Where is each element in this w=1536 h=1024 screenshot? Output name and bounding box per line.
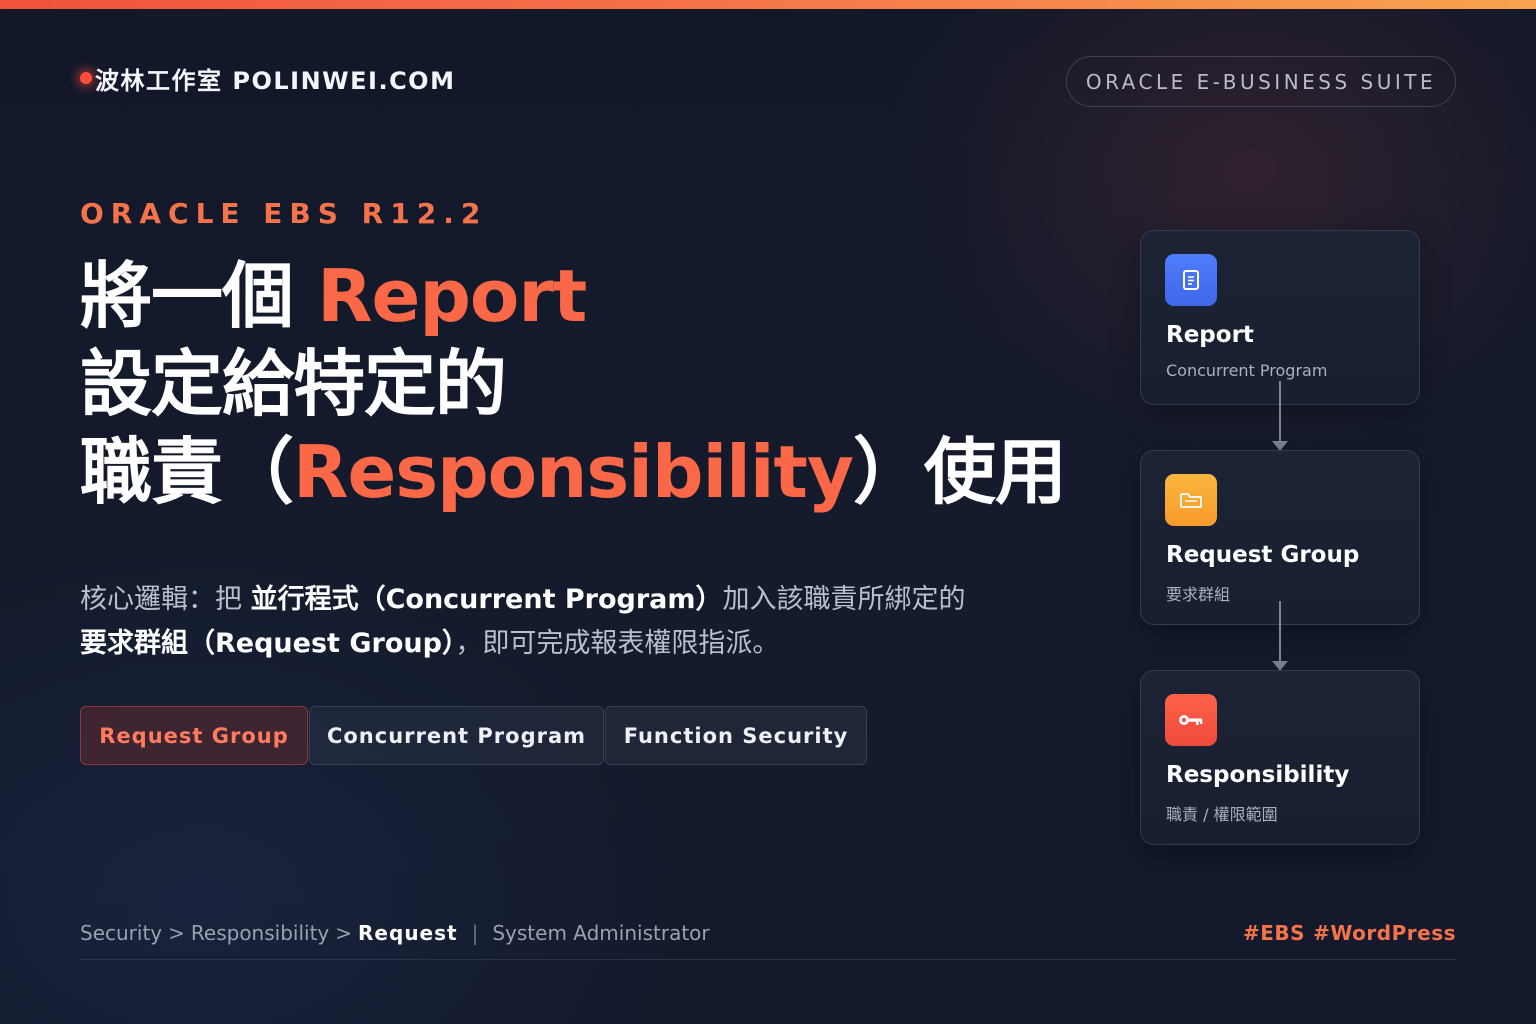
title-line3-suffix: ）使用: [852, 430, 1067, 514]
document-icon: [1165, 254, 1217, 306]
flow-card-responsibility: Responsibility 職責 / 權限範圍: [1140, 670, 1420, 845]
footer-context: System Administrator: [492, 921, 710, 945]
flow-connector: [1279, 381, 1281, 441]
breadcrumb-separator: >: [335, 921, 353, 945]
lead-strong-request-group: 要求群組（Request Group）: [80, 628, 456, 659]
footer-divider: |: [471, 921, 479, 945]
footer-divider-line: [80, 959, 1456, 960]
title-accent-responsibility: Responsibility: [293, 430, 854, 514]
flow-card-subtitle: 要求群組: [1166, 585, 1231, 604]
page-title: 將一個 Report 設定給特定的 職責（Responsibility）使用: [80, 252, 1080, 516]
flow-connector: [1279, 601, 1281, 661]
chip-concurrent-program[interactable]: Concurrent Program: [309, 706, 604, 765]
top-accent-bar: [0, 0, 1536, 9]
title-line2: 設定給特定的: [80, 342, 507, 426]
tag-wordpress[interactable]: #WordPress: [1313, 921, 1456, 945]
suite-badge: ORACLE E-BUSINESS SUITE: [1066, 56, 1456, 107]
breadcrumb-item-security[interactable]: Security: [80, 921, 162, 945]
breadcrumb-separator: >: [168, 921, 185, 945]
topic-chips: Request Group Concurrent Program Functio…: [80, 706, 867, 765]
brand-text: 波林工作室 POLINWEI.COM: [95, 66, 456, 95]
flow-card-subtitle: 職責 / 權限範圍: [1166, 805, 1278, 824]
flow-card-title: Responsibility: [1166, 762, 1350, 788]
lead-part3: ，即可完成報表權限指派。: [455, 628, 780, 659]
lead-strong-concurrent: 並行程式（Concurrent Program）: [250, 584, 723, 615]
title-line3-prefix: 職責（: [80, 430, 294, 514]
brand-dot-icon: [80, 72, 92, 84]
folder-icon: [1165, 474, 1217, 526]
flow-card-title: Request Group: [1166, 542, 1360, 568]
title-line1-prefix: 將一個: [80, 254, 318, 338]
flow-card-subtitle: Concurrent Program: [1166, 361, 1328, 380]
lead-paragraph: 核心邏輯：把 並行程式（Concurrent Program）加入該職責所綁定的…: [80, 578, 1040, 666]
eyebrow-label: ORACLE EBS R12.2: [80, 197, 488, 230]
key-icon: [1165, 694, 1217, 746]
breadcrumb-item-request[interactable]: Request: [358, 921, 458, 945]
flow-card-title: Report: [1166, 322, 1254, 348]
hashtags: #EBS #WordPress: [1243, 918, 1456, 948]
breadcrumb: Security > Responsibility > Request | Sy…: [80, 918, 710, 948]
lead-part1: 核心邏輯：把: [80, 584, 251, 615]
chip-request-group[interactable]: Request Group: [80, 706, 308, 765]
brand[interactable]: 波林工作室 POLINWEI.COM: [80, 62, 456, 95]
tag-ebs[interactable]: #EBS: [1243, 921, 1305, 945]
lead-part2: 加入該職責所綁定的: [722, 584, 966, 615]
chip-function-security[interactable]: Function Security: [605, 706, 867, 765]
breadcrumb-item-responsibility[interactable]: Responsibility: [191, 921, 329, 945]
flow-card-request-group: Request Group 要求群組: [1140, 450, 1420, 625]
flow-card-report: Report Concurrent Program: [1140, 230, 1420, 405]
title-accent-report: Report: [317, 254, 587, 338]
